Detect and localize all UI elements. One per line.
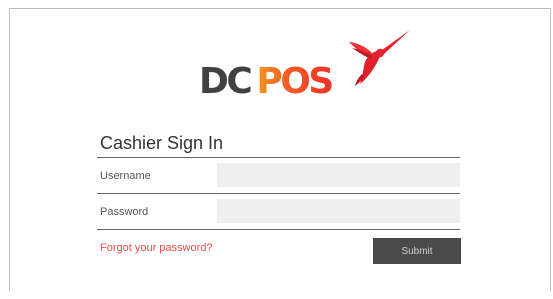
password-label: Password bbox=[100, 206, 149, 218]
form-title: Cashier Sign In bbox=[97, 131, 460, 158]
forgot-password-link[interactable]: Forgot your password? bbox=[100, 242, 213, 254]
username-label: Username bbox=[100, 170, 151, 182]
hummingbird-icon bbox=[349, 30, 410, 86]
logo-wordmark: DC POS bbox=[199, 61, 334, 102]
submit-button[interactable]: Submit bbox=[373, 238, 461, 264]
logo-pos-text: POS bbox=[256, 61, 334, 102]
logo-dc-text: DC bbox=[199, 61, 253, 102]
form-actions: Forgot your password? Submit bbox=[97, 230, 461, 270]
password-input[interactable] bbox=[217, 199, 460, 223]
sign-in-form: Cashier Sign In Username Password Forgot… bbox=[97, 131, 461, 270]
login-panel: DC POS Cashier Sign In Username Password … bbox=[9, 8, 551, 290]
username-input[interactable] bbox=[217, 163, 460, 187]
brand-logo: DC POS bbox=[197, 28, 417, 102]
password-row: Password bbox=[97, 194, 460, 230]
username-row: Username bbox=[97, 158, 460, 194]
